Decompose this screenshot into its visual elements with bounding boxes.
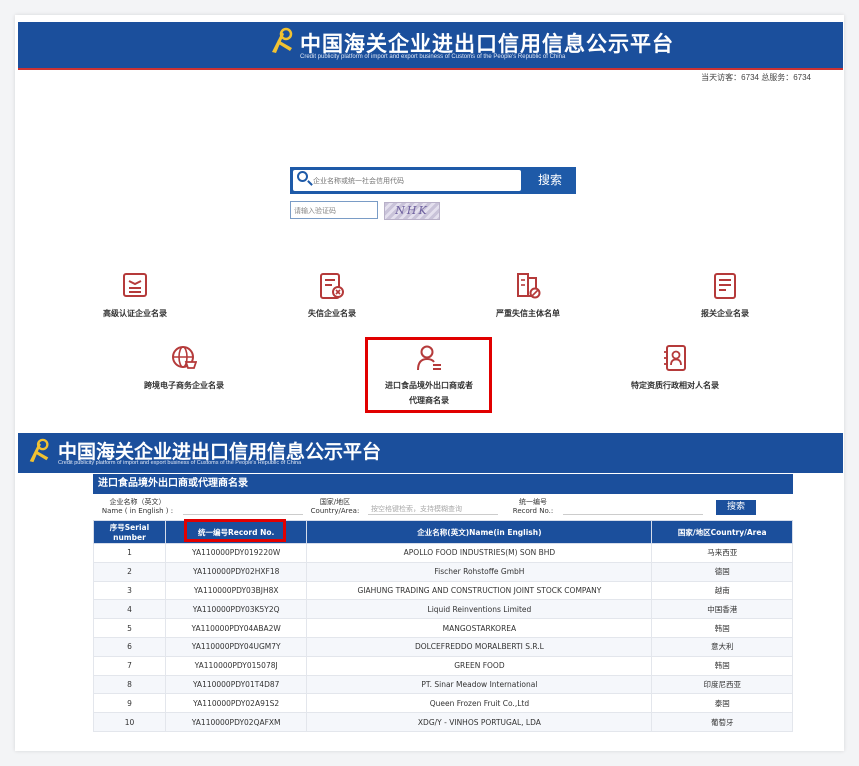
- table-row[interactable]: 7 YA110000PDY015078J GREEN FOOD 韩国: [93, 655, 793, 676]
- captcha-input[interactable]: 请输入验证码: [290, 201, 378, 219]
- col-country: 国家/地区Country/Area: [651, 520, 793, 544]
- ecommerce-globe-icon: [171, 344, 198, 372]
- cell-record-no: YA110000PDY03BJH8X: [164, 580, 308, 601]
- customs-emblem-icon: [26, 437, 52, 469]
- filter-name-label: 企业名称（英文） Name ( in English ) :: [101, 498, 174, 515]
- cell-name: PT. Sinar Meadow International: [306, 674, 653, 695]
- filter-country-label: 国家/地区 Country/Area:: [310, 498, 360, 515]
- cell-serial: 7: [93, 655, 166, 676]
- serious-dishonest-icon: [515, 272, 541, 300]
- cell-country: 韩国: [651, 618, 793, 638]
- cell-record-no: YA110000PDY01T4D87: [164, 674, 308, 695]
- filter-record-input[interactable]: [563, 514, 703, 515]
- search-input[interactable]: [293, 170, 521, 191]
- highlight-box-record-no: [184, 519, 286, 542]
- table-row[interactable]: 10 YA110000PDY02QAFXM XDG/Y - VINHOS PORTU…: [93, 712, 793, 732]
- filter-search-button[interactable]: 搜索: [716, 500, 756, 515]
- category-label: 严重失信主体名单: [496, 309, 560, 318]
- cell-country: 马来西亚: [651, 543, 793, 563]
- search-button[interactable]: 搜索: [524, 167, 576, 194]
- cell-name: Liquid Reinventions Limited: [306, 599, 653, 620]
- exporter-table: 序号Serial number 统一编号Record No. 企业名称(英文)N…: [93, 520, 793, 732]
- category-special-qualification[interactable]: 特定资质行政相对人名录: [595, 344, 755, 393]
- cell-name: GIAHUNG TRADING AND CONSTRUCTION JOINT S…: [306, 580, 653, 601]
- cell-country: 德国: [651, 561, 793, 582]
- blacklist-doc-icon: [319, 272, 345, 300]
- cell-name: APOLLO FOOD INDUSTRIES(M) SON BHD: [306, 543, 653, 563]
- certificate-icon: [122, 272, 148, 300]
- site-subtitle: Credit publicity platform of import and …: [300, 54, 566, 60]
- cell-serial: 5: [93, 618, 166, 638]
- customs-emblem-icon: [268, 26, 296, 60]
- cell-serial: 9: [93, 693, 166, 714]
- category-customs-broker[interactable]: 报关企业名录: [645, 272, 805, 321]
- declaration-list-icon: [712, 272, 738, 300]
- visitor-count: 当天访客：6734 总服务：6734: [701, 73, 811, 82]
- category-serious-dishonest[interactable]: 严重失信主体名单: [448, 272, 608, 321]
- cell-country: 泰国: [651, 693, 793, 714]
- category-label: 跨境电子商务企业名录: [144, 381, 224, 390]
- cell-country: 韩国: [651, 655, 793, 676]
- col-name: 企业名称(英文)Name(in English): [306, 520, 653, 544]
- cell-serial: 1: [93, 543, 166, 563]
- category-label: 报关企业名录: [701, 309, 749, 318]
- filter-name-input[interactable]: [183, 514, 303, 515]
- category-cross-border-ecommerce[interactable]: 跨境电子商务企业名录: [104, 344, 264, 393]
- filter-country-underline: [368, 514, 498, 515]
- cell-record-no: YA110000PDY015078J: [164, 655, 308, 676]
- cell-name: GREEN FOOD: [306, 655, 653, 676]
- table-row[interactable]: 1 YA110000PDY019220W APOLLO FOOD INDUSTRIE…: [93, 543, 793, 563]
- table-body: 1 YA110000PDY019220W APOLLO FOOD INDUSTRIE…: [93, 543, 793, 732]
- cell-serial: 10: [93, 712, 166, 732]
- site-subtitle: Credit publicity platform of import and …: [58, 460, 302, 466]
- cell-name: Fischer Rohstoffe GmbH: [306, 561, 653, 582]
- cell-record-no: YA110000PDY02HXF18: [164, 561, 308, 582]
- cell-name: XDG/Y - VINHOS PORTUGAL, LDA: [306, 712, 653, 732]
- section-title: 进口食品境外出口商或代理商名录: [93, 474, 793, 494]
- exporter-list-section: 进口食品境外出口商或代理商名录 企业名称（英文） Name ( in Englis…: [93, 474, 793, 732]
- cell-name: Queen Frozen Fruit Co.,Ltd: [306, 693, 653, 714]
- table-row[interactable]: 6 YA110000PDY04UGM7Y DOLCEFREDDO MORALBERT…: [93, 636, 793, 657]
- cell-record-no: YA110000PDY02QAFXM: [164, 712, 308, 732]
- cell-country: 印度尼西亚: [651, 674, 793, 695]
- cell-record-no: YA110000PDY02A91S2: [164, 693, 308, 714]
- cell-country: 意大利: [651, 636, 793, 657]
- cell-record-no: YA110000PDY04ABA2W: [164, 618, 308, 638]
- search-icon: [297, 171, 308, 182]
- list-banner: 中国海关企业进出口信用信息公示平台 Credit publicity platf…: [18, 433, 843, 473]
- filter-country-input[interactable]: 按空格键检索，支持模糊查询: [371, 504, 462, 514]
- cell-name: MANGOSTARKOREA: [306, 618, 653, 638]
- table-row[interactable]: 9 YA110000PDY02A91S2 Queen Frozen Fruit Co…: [93, 693, 793, 714]
- table-row[interactable]: 3 YA110000PDY03BJH8X GIAHUNG TRADING AND C…: [93, 580, 793, 601]
- cell-record-no: YA110000PDY04UGM7Y: [164, 636, 308, 657]
- filter-bar: 企业名称（英文） Name ( in English ) : 国家/地区 Count…: [93, 496, 793, 518]
- category-dishonest[interactable]: 失信企业名录: [252, 272, 412, 321]
- category-label: 特定资质行政相对人名录: [631, 381, 719, 390]
- cell-serial: 3: [93, 580, 166, 601]
- col-serial: 序号Serial number: [93, 520, 166, 544]
- category-label: 失信企业名录: [308, 309, 356, 318]
- cell-record-no: YA110000PDY019220W: [164, 543, 308, 563]
- table-row[interactable]: 8 YA110000PDY01T4D87 PT. Sinar Meadow Inte…: [93, 674, 793, 695]
- top-banner: 中国海关企业进出口信用信息公示平台 Credit publicity platf…: [18, 22, 843, 70]
- category-advanced-cert[interactable]: 高级认证企业名录: [55, 272, 215, 321]
- qualification-icon: [662, 344, 688, 372]
- cell-serial: 4: [93, 599, 166, 620]
- cell-serial: 6: [93, 636, 166, 657]
- cell-name: DOLCEFREDDO MORALBERTI S.R.L: [306, 636, 653, 657]
- cell-record-no: YA110000PDY03K5Y2Q: [164, 599, 308, 620]
- table-row[interactable]: 5 YA110000PDY04ABA2W MANGOSTARKOREA 韩国: [93, 618, 793, 638]
- captcha-image[interactable]: NHK: [384, 202, 440, 220]
- table-row[interactable]: 4 YA110000PDY03K5Y2Q Liquid Reinventions L…: [93, 599, 793, 620]
- highlight-box-food-exporter: [365, 337, 492, 413]
- cell-country: 越南: [651, 580, 793, 601]
- cell-country: 中国香港: [651, 599, 793, 620]
- category-label: 高级认证企业名录: [103, 309, 167, 318]
- filter-record-label: 统一编号 Record No.:: [512, 498, 554, 515]
- table-row[interactable]: 2 YA110000PDY02HXF18 Fischer Rohstoffe Gmb…: [93, 561, 793, 582]
- cell-serial: 2: [93, 561, 166, 582]
- cell-serial: 8: [93, 674, 166, 695]
- cell-country: 葡萄牙: [651, 712, 793, 732]
